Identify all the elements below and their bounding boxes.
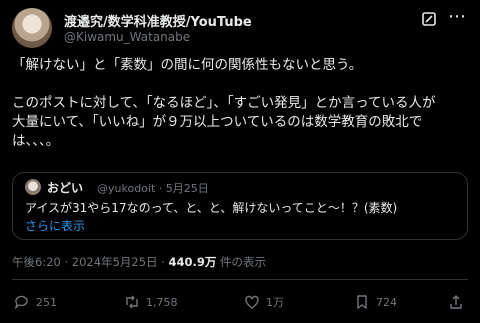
- bookmark-count: 724: [376, 295, 397, 309]
- quoted-author-avatar: [25, 179, 41, 195]
- quoted-post-text: アイスが31やら17なのって、と、と、解けないってこと～！？(素数): [25, 201, 398, 215]
- author-handle[interactable]: @Kiwamu_Watanabe: [64, 30, 190, 44]
- share-icon: [450, 295, 462, 309]
- bookmark-button[interactable]: 724: [354, 292, 397, 312]
- show-more-link[interactable]: さらに表示: [25, 217, 85, 234]
- more-icon[interactable]: ⋯: [448, 8, 466, 26]
- share-button[interactable]: [448, 292, 470, 312]
- author-avatar[interactable]: [12, 8, 52, 48]
- post-line: は、、、。: [12, 133, 60, 149]
- repost-icon: [126, 295, 138, 309]
- post-header: 渡邉究/数学科准教授/YouTube @Kiwamu_Watanabe ⋯: [12, 8, 468, 48]
- post-line: このポストに対して、「なるほど」、「すごい発見」とか言っている人が: [12, 95, 436, 111]
- quoted-author-name: おどい: [47, 181, 84, 195]
- post-line: 「解けない」と「素数」の間に何の関係性もないと思う。: [12, 57, 363, 73]
- reply-count: 251: [36, 295, 57, 309]
- post-meta: 午後6:20 · 2024年5月25日 · 440.9万 件の表示: [12, 254, 266, 270]
- post-line: 大量にいて、「いいね」が９万以上ついているのは数学教育の敗北で: [12, 114, 423, 130]
- view-label: 件の表示: [216, 255, 267, 269]
- quoted-post[interactable]: おどい @yukodoit · 5月25日 アイスが31やら17なのって、と、と…: [12, 172, 468, 240]
- author-name[interactable]: 渡邉究/数学科准教授/YouTube: [64, 11, 252, 30]
- heart-icon: [245, 295, 259, 309]
- reply-icon: [14, 295, 28, 310]
- grok-icon[interactable]: [420, 10, 438, 28]
- divider: [12, 279, 468, 280]
- repost-count: 1,758: [146, 295, 178, 309]
- like-button[interactable]: 1万: [244, 292, 284, 312]
- reply-button[interactable]: 251: [14, 292, 57, 312]
- repost-button[interactable]: 1,758: [124, 292, 178, 312]
- like-count: 1万: [266, 296, 284, 309]
- bookmark-icon: [357, 295, 367, 310]
- post-timestamp[interactable]: 午後6:20 · 2024年5月25日 ·: [12, 255, 168, 269]
- view-count: 440.9万: [168, 255, 217, 269]
- quoted-author-handle-date: @yukodoit · 5月25日: [97, 182, 209, 195]
- post-text: 「解けない」と「素数」の間に何の関係性もないと思う。 このポストに対して、「なる…: [12, 56, 468, 151]
- action-bar: 251 1,758 1万 724: [12, 292, 468, 312]
